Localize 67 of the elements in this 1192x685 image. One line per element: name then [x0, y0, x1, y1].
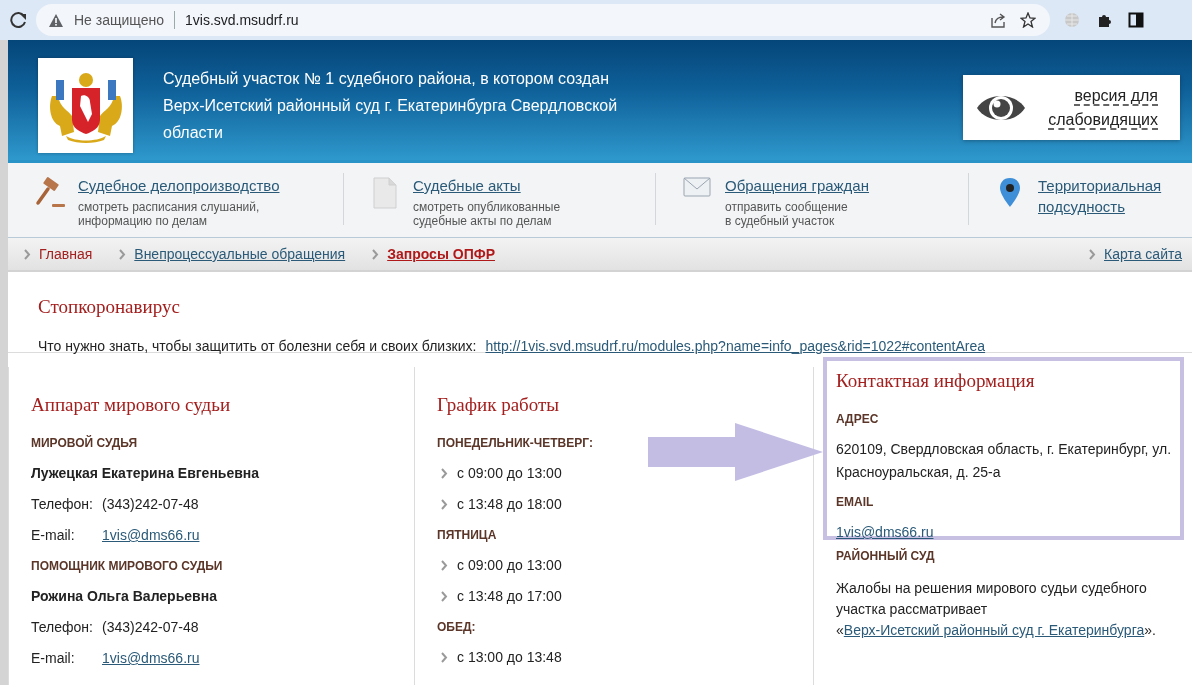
phone-label: Телефон: — [31, 619, 94, 636]
section-heading: Стопкоронавирус — [38, 296, 181, 318]
share-icon[interactable] — [990, 12, 1006, 28]
service-link[interactable]: Судебные акты — [413, 175, 521, 196]
email-link[interactable]: 1vis@dms66.ru — [836, 524, 934, 541]
time-range: с 13:48 до 18:00 — [457, 496, 562, 513]
address-text: 620109, Свердловская область, г. Екатеринбург, ул. Красноуральская, д. 25-а — [836, 440, 1173, 482]
field-label: АДРЕС — [836, 411, 879, 427]
day-label: ПЯТНИЦА — [437, 527, 497, 543]
email-label: E-mail: — [31, 650, 76, 667]
day-label: ОБЕД: — [437, 619, 476, 635]
section-heading: График работы — [437, 393, 561, 417]
chevron-icon — [24, 248, 31, 260]
logo-card[interactable] — [38, 58, 133, 153]
role-label: ПОМОЩНИК МИРОВОГО СУДЬИ — [31, 558, 223, 574]
role-label: МИРОВОЙ СУДЬЯ — [31, 435, 138, 451]
low-vision-button[interactable]: версия для слабовидящих — [963, 75, 1180, 140]
warning-icon[interactable] — [48, 12, 64, 28]
phone-number: (343)242-07-48 — [102, 496, 199, 513]
service-description: смотреть расписания слушаний, информацию по делам — [78, 200, 261, 228]
breadcrumb-link[interactable]: Запросы ОПФР — [387, 246, 495, 262]
site-title: Судебный участок № 1 судебного района, в котором создан Верх-Исетский районный суд г. Екатеринбурга Свердловской области — [163, 69, 618, 143]
email-label: E-mail: — [31, 527, 76, 544]
field-label: EMAIL — [836, 494, 874, 510]
phone-number: (343)242-07-48 — [102, 619, 199, 636]
day-label: ПОНЕДЕЛЬНИК-ЧЕТВЕРГ: — [437, 435, 593, 451]
service-description: отправить сообщение в судебный участок — [725, 200, 849, 228]
chevron-icon — [1089, 248, 1096, 260]
person-name: Рожина Ольга Валерьевна — [31, 588, 217, 605]
service-description: смотреть опубликованные судебные акты по делам — [413, 200, 561, 228]
time-range: с 13:00 до 13:48 — [457, 649, 562, 666]
time-range: с 09:00 до 13:00 — [457, 465, 562, 482]
star-icon[interactable] — [1020, 12, 1036, 28]
security-label[interactable]: Не защищено — [74, 12, 164, 28]
section-heading: Контактная информация — [836, 369, 1036, 393]
reload-icon[interactable] — [10, 11, 28, 29]
sidebar-icon[interactable] — [1128, 12, 1144, 28]
puzzle-icon[interactable] — [1096, 12, 1112, 28]
info-text: Что нужно знать, чтобы защитить от болезни себя и своих близких: — [38, 338, 477, 354]
chevron-icon — [441, 560, 448, 571]
chevron-icon — [441, 468, 448, 479]
time-range: с 09:00 до 13:00 — [457, 557, 562, 574]
site-map-link[interactable]: Карта сайта — [1104, 246, 1182, 262]
chevron-icon — [119, 248, 127, 260]
person-name: Лужецкая Екатерина Евгеньевна — [31, 465, 260, 482]
chevron-icon — [441, 499, 448, 510]
map-pin-icon[interactable] — [999, 177, 1021, 208]
email-link[interactable]: 1vis@dms66.ru — [102, 527, 200, 544]
gavel-icon[interactable] — [34, 177, 66, 209]
breadcrumb-link[interactable]: Внепроцессуальные обращения — [134, 246, 346, 262]
phone-label: Телефон: — [31, 496, 94, 513]
url-text[interactable]: 1vis.svd.msudrf.ru — [185, 12, 299, 28]
time-range: с 13:48 до 17:00 — [457, 588, 562, 605]
chevron-icon — [441, 591, 448, 602]
complaint-text: Жалобы на решения мирового судьи судебного участка рассматривает «Верх-Исетский районный суд г. Екатеринбурга». — [836, 579, 1157, 640]
section-heading: Аппарат мирового судьи — [31, 393, 232, 417]
field-label: РАЙОННЫЙ СУД — [836, 548, 935, 564]
address-bar[interactable]: Не защищено 1vis.svd.msudrf.ru — [36, 4, 1050, 36]
court-link[interactable]: Верх-Исетский районный суд г. Екатеринбурга — [843, 622, 1145, 638]
service-link[interactable]: Территориальная подсудность — [1038, 175, 1162, 217]
service-link[interactable]: Судебное делопроизводство — [78, 175, 280, 196]
chevron-icon — [441, 652, 448, 663]
email-link[interactable]: 1vis@dms66.ru — [102, 650, 200, 667]
service-link[interactable]: Обращения граждан — [725, 175, 869, 196]
info-link[interactable]: http://1vis.svd.msudrf.ru/modules.php?name=info_pages&rid=1022#contentArea — [485, 338, 986, 354]
chevron-icon — [372, 248, 380, 260]
breadcrumb-link[interactable]: Главная — [39, 246, 93, 262]
